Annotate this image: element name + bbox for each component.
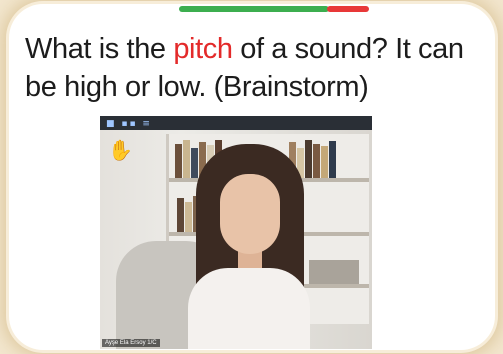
slide-frame: What is the pitch of a sound? It can be … [9, 4, 495, 350]
raised-hand-icon: ✋ [108, 138, 133, 162]
view-options-icon[interactable]: ■ ▪▪ ≡ [106, 119, 152, 129]
question-highlight: pitch [173, 33, 233, 65]
participant-video-tile[interactable]: ■ ▪▪ ≡ ✋ Ayşe Ela Ersoy 1/C [100, 116, 372, 349]
slide-question: What is the pitch of a sound? It can be … [25, 30, 495, 106]
participant-shirt [188, 268, 310, 349]
shared-screen-indicator [179, 4, 369, 14]
question-text-start: What is the [25, 33, 174, 65]
stop-share-button[interactable] [327, 6, 369, 12]
video-toolbar: ■ ▪▪ ≡ [100, 116, 372, 130]
participant-name-label: Ayşe Ela Ersoy 1/C [102, 339, 160, 347]
sharing-bar-green [179, 6, 329, 12]
participant-face [220, 174, 280, 254]
